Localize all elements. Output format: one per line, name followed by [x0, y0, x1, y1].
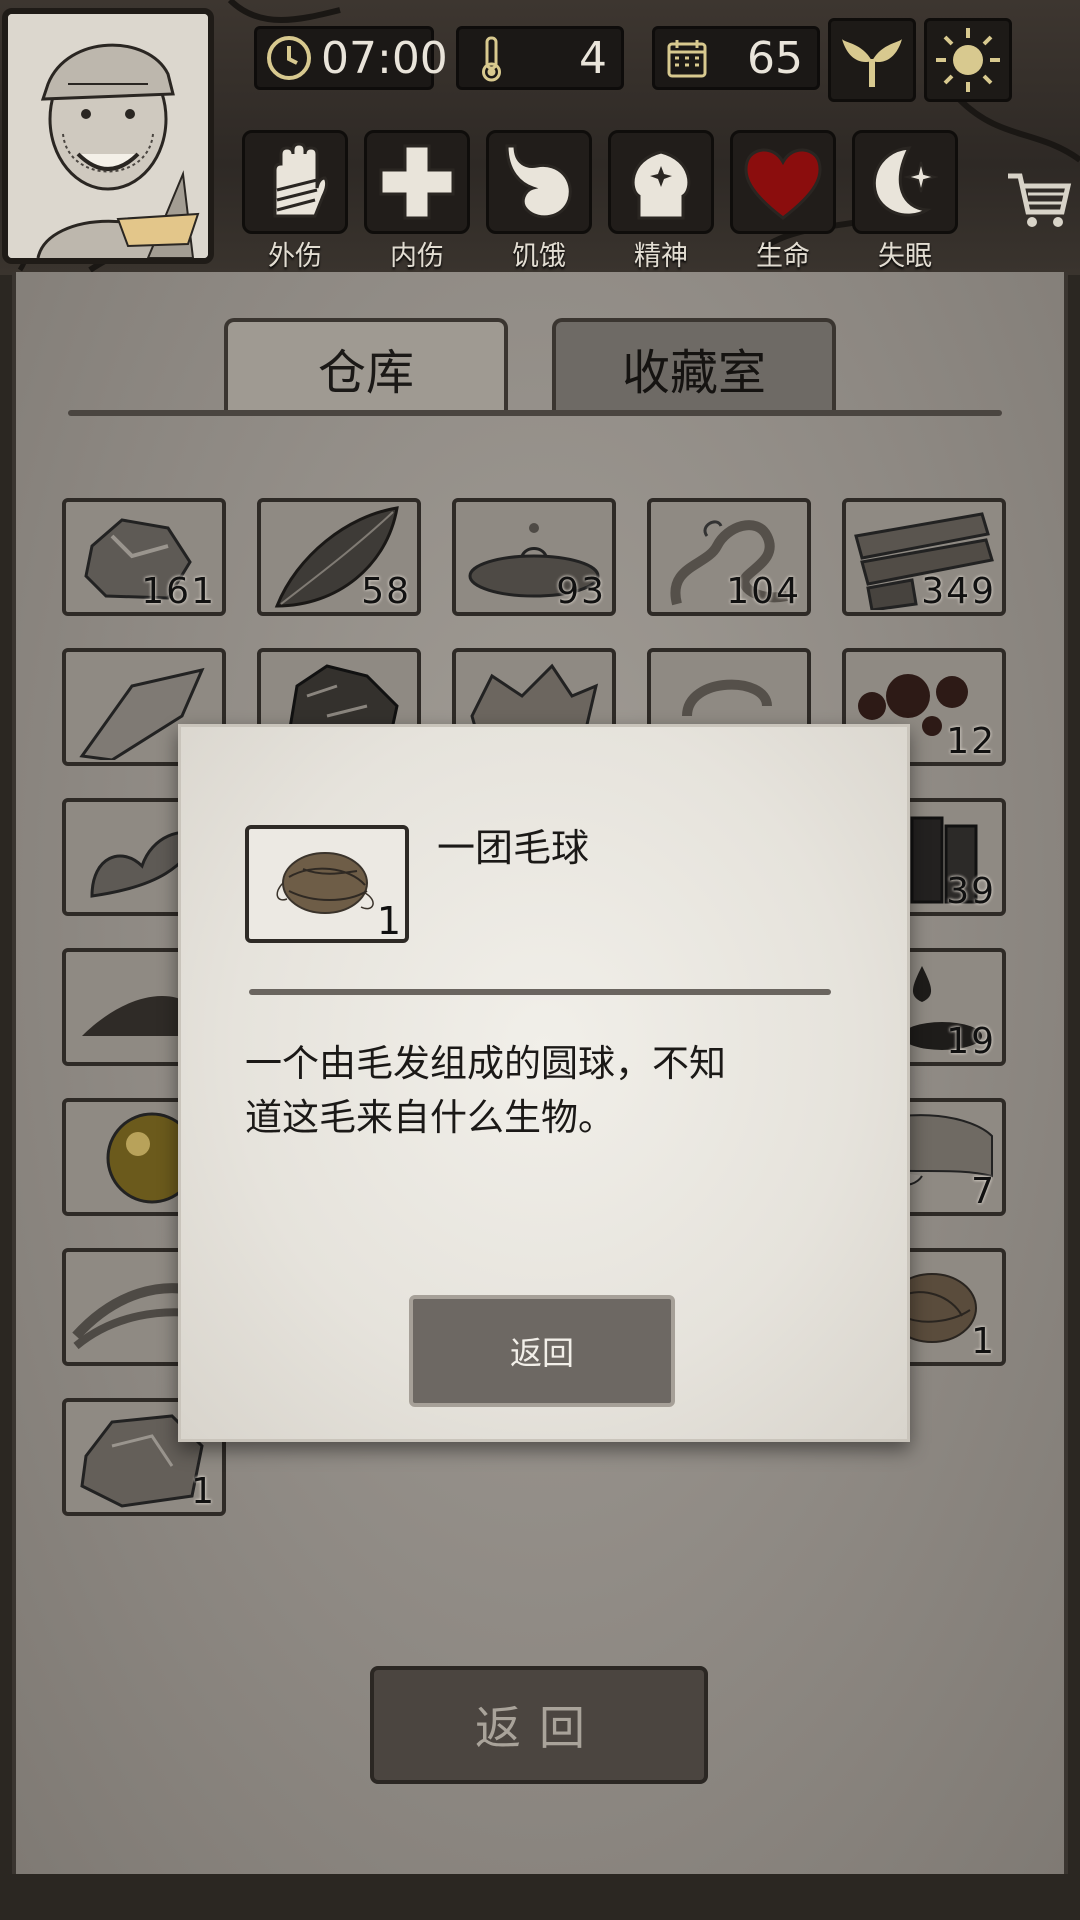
stomach-icon — [505, 144, 572, 219]
temperature-display: 4 — [456, 26, 624, 90]
dialog-item-name: 一团毛球 — [437, 826, 590, 870]
back-button[interactable]: 返回 — [370, 1666, 708, 1784]
item-count: 7 — [971, 1171, 996, 1212]
tab-warehouse[interactable]: 仓库 — [224, 318, 508, 414]
item-count: 161 — [141, 571, 216, 612]
status-insomnia[interactable] — [852, 130, 958, 234]
item-detail-dialog: 1 一团毛球 一个由毛发组成的圆球，不知 道这毛来自什么生物。 返回 — [178, 724, 910, 1442]
day-counter: 65 — [652, 26, 820, 90]
sprout-icon — [842, 39, 902, 87]
dialog-divider — [249, 989, 831, 995]
bandaged-hand-icon — [273, 142, 329, 218]
moon-star-icon — [872, 146, 939, 217]
description-line: 道这毛来自什么生物。 — [245, 1096, 615, 1139]
day-value: 65 — [747, 32, 803, 84]
dialog-item-description: 一个由毛发组成的圆球，不知 道这毛来自什么生物。 — [245, 1037, 845, 1145]
status-hunger[interactable] — [486, 130, 592, 234]
item-count: 93 — [556, 571, 606, 612]
thermometer-icon — [482, 36, 501, 82]
description-line: 一个由毛发组成的圆球，不知 — [245, 1042, 726, 1085]
inventory-slot-stone[interactable]: 161 — [62, 498, 226, 616]
item-count: 104 — [726, 571, 801, 612]
shop-cart-icon[interactable] — [1004, 166, 1074, 236]
calendar-icon — [667, 40, 707, 78]
cross-icon — [379, 144, 455, 220]
inventory-slot-planks[interactable]: 349 — [842, 498, 1006, 616]
tab-collection[interactable]: 收藏室 — [552, 318, 836, 414]
status-internal-injury[interactable] — [364, 130, 470, 234]
heart-icon — [744, 148, 822, 220]
status-label-internal-injury: 内伤 — [390, 241, 444, 272]
status-life[interactable] — [730, 130, 836, 234]
sun-icon — [936, 28, 1000, 92]
dialog-item-count: 1 — [376, 899, 401, 943]
status-label-spirit: 精神 — [634, 241, 688, 272]
time-display: 07:00 — [254, 26, 448, 90]
item-count: 19 — [946, 1021, 996, 1062]
status-label-insomnia: 失眠 — [878, 241, 932, 272]
weather-button[interactable] — [924, 18, 1012, 102]
time-value: 07:00 — [321, 32, 448, 84]
temperature-value: 4 — [579, 32, 607, 84]
top-hud: 07:00 4 65 外伤 内伤 饥饿 精神 生命 失眠 — [0, 0, 1080, 275]
status-external-injury[interactable] — [242, 130, 348, 234]
dialog-item-slot: 1 — [245, 825, 409, 943]
dialog-back-button[interactable]: 返回 — [409, 1295, 675, 1407]
item-count: 58 — [361, 571, 411, 612]
item-count: 1 — [191, 1471, 216, 1512]
sprout-button[interactable] — [828, 18, 916, 102]
tab-divider — [68, 410, 1002, 416]
item-count: 39 — [946, 871, 996, 912]
inventory-slot-vine[interactable]: 104 — [647, 498, 811, 616]
item-count: 12 — [946, 721, 996, 762]
inventory-slot-leaf[interactable]: 58 — [257, 498, 421, 616]
item-count: 349 — [921, 571, 996, 612]
clock-icon — [267, 36, 311, 80]
status-label-external-injury: 外伤 — [268, 241, 322, 272]
inventory-slot-water[interactable]: 93 — [452, 498, 616, 616]
status-label-life: 生命 — [756, 241, 810, 272]
character-portrait[interactable] — [2, 8, 214, 264]
head-sparkle-icon — [631, 150, 691, 220]
status-label-hunger: 饥饿 — [512, 241, 566, 272]
item-count: 1 — [971, 1321, 996, 1362]
status-spirit[interactable] — [608, 130, 714, 234]
